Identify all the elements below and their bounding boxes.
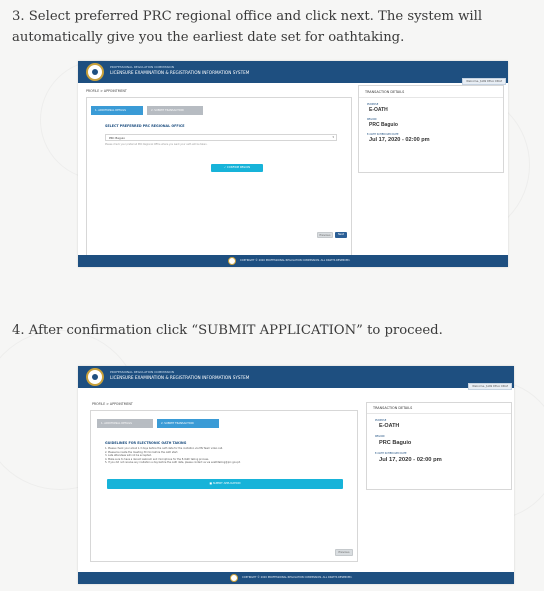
prc-logo-icon <box>86 368 104 386</box>
previous-button[interactable]: Previous <box>317 232 333 238</box>
app-footer: COPYRIGHT © 2020 PROFESSIONAL REGULATION… <box>78 255 508 267</box>
section-title: SELECT PREFERRED PRC REGIONAL OFFICE <box>105 124 185 128</box>
region-select[interactable]: PRC Baguio ▾ <box>105 134 337 141</box>
app-header: PROFESSIONAL REGULATION COMMISSION LICEN… <box>78 366 514 388</box>
transaction-details-panel: TRANSACTION DETAILS PURPOSE E-OATH REGIO… <box>366 402 512 490</box>
transaction-details-header: TRANSACTION DETAILS <box>365 90 405 94</box>
tab-submit-transaction[interactable]: 2. SUBMIT TRANSACTION <box>147 106 203 115</box>
breadcrumb: PROFILE > APPOINTMENT <box>86 89 127 93</box>
footer-copyright: COPYRIGHT © 2020 PROFESSIONAL REGULATION… <box>240 259 351 262</box>
step-3-caption: 3. Select preferred PRC regional office … <box>12 9 483 45</box>
region-value: PRC Baguio <box>379 440 412 446</box>
transaction-details-panel: TRANSACTION DETAILS PURPOSE E-OATH REGIO… <box>358 85 504 173</box>
app-header: PROFESSIONAL REGULATION COMMISSION LICEN… <box>78 61 508 83</box>
purpose-value: E-OATH <box>369 107 388 113</box>
purpose-label: PURPOSE <box>367 103 379 106</box>
prc-logo-icon <box>86 63 104 81</box>
region-value: PRC Baguio <box>369 122 398 128</box>
region-label: REGION <box>375 435 385 438</box>
tab-submit-transaction[interactable]: 2. SUBMIT TRANSACTION <box>157 419 219 428</box>
footer-logo-icon <box>228 257 236 265</box>
screenshot-select-region: PROFESSIONAL REGULATION COMMISSION LICEN… <box>78 61 508 267</box>
org-name: PROFESSIONAL REGULATION COMMISSION <box>110 370 175 374</box>
step-4-caption: 4. After confirmation click “SUBMIT APPL… <box>12 323 443 338</box>
date-value: Jul 17, 2020 - 02:00 pm <box>369 137 430 143</box>
guidelines-title: GUIDELINES FOR ELECTRONIC OATH TAKING <box>105 441 187 445</box>
welcome-badge[interactable]: Welcome, JUAN DELA CRUZ <box>468 383 512 390</box>
chevron-down-icon: ▾ <box>332 135 334 139</box>
footer-copyright: COPYRIGHT © 2020 PROFESSIONAL REGULATION… <box>242 576 353 579</box>
appointment-panel: 1. ADDITIONAL DETAILS 2. SUBMIT TRANSACT… <box>90 410 358 562</box>
tab-additional-details[interactable]: 1. ADDITIONAL DETAILS <box>97 419 153 428</box>
screenshot-submit-application: PROFESSIONAL REGULATION COMMISSION LICEN… <box>78 366 514 584</box>
system-name: LICENSURE EXAMINATION & REGISTRATION INF… <box>110 70 250 75</box>
welcome-badge[interactable]: Welcome, JUAN DELA CRUZ <box>462 78 506 85</box>
divider <box>359 97 503 98</box>
next-button[interactable]: Next <box>335 232 347 238</box>
region-hint: Please check your preferred PRC Regional… <box>105 143 208 146</box>
transaction-details-header: TRANSACTION DETAILS <box>373 406 413 410</box>
previous-button[interactable]: Previous <box>335 549 353 556</box>
date-value: Jul 17, 2020 - 02:00 pm <box>379 457 442 463</box>
purpose-label: PURPOSE <box>375 419 387 422</box>
app-footer: COPYRIGHT © 2020 PROFESSIONAL REGULATION… <box>78 572 514 584</box>
footer-logo-icon <box>230 574 238 582</box>
guideline-item: 5. If you did not receive any invitation… <box>105 461 241 464</box>
appointment-panel: 1. ADDITIONAL DETAILS 2. SUBMIT TRANSACT… <box>86 97 352 267</box>
submit-application-button[interactable]: ■ SUBMIT APPLICATION <box>107 479 343 489</box>
org-name: PROFESSIONAL REGULATION COMMISSION <box>110 65 175 69</box>
tab-additional-details[interactable]: 1. ADDITIONAL DETAILS <box>91 106 143 115</box>
confirm-region-button[interactable]: ✓ CONFIRM REGION <box>211 164 263 172</box>
region-label: REGION <box>367 118 377 121</box>
divider <box>367 413 511 414</box>
date-label: E-OATH SCHEDULED DATE <box>375 452 407 455</box>
system-name: LICENSURE EXAMINATION & REGISTRATION INF… <box>110 375 250 380</box>
region-select-value: PRC Baguio <box>109 136 126 140</box>
purpose-value: E-OATH <box>379 423 400 429</box>
date-label: E-OATH SCHEDULED DATE <box>367 133 399 136</box>
breadcrumb: PROFILE > APPOINTMENT <box>92 402 133 406</box>
